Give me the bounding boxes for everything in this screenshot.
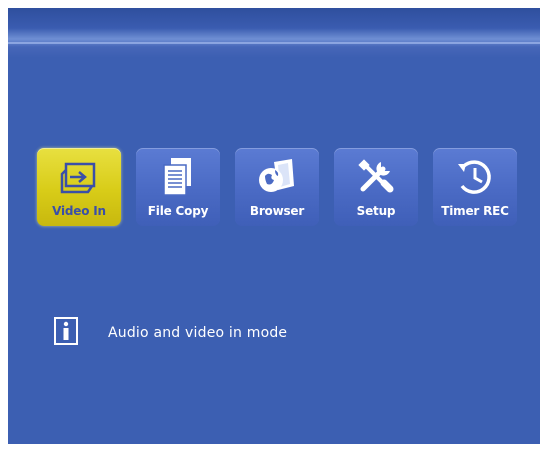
setup-tools-icon bbox=[358, 159, 394, 193]
menu-item-video-in[interactable]: Video In bbox=[37, 148, 121, 226]
screen: Video In File Copy Browser Setup Timer R… bbox=[8, 8, 540, 444]
main-menu: Video In File Copy Browser Setup Timer R… bbox=[37, 148, 527, 226]
menu-item-label: Browser bbox=[249, 204, 305, 218]
menu-item-label: Timer REC bbox=[441, 204, 509, 218]
menu-item-label: Setup bbox=[356, 204, 396, 218]
browser-icon bbox=[259, 159, 294, 192]
info-panel: Audio and video in mode bbox=[54, 313, 474, 353]
video-in-icon bbox=[60, 162, 96, 194]
info-text: Audio and video in mode bbox=[108, 325, 288, 341]
file-copy-icon bbox=[163, 158, 191, 196]
info-icon bbox=[54, 317, 78, 345]
menu-item-browser[interactable]: Browser bbox=[235, 148, 319, 226]
timer-clock-icon bbox=[458, 160, 491, 194]
top-bar bbox=[8, 8, 540, 58]
menu-item-file-copy[interactable]: File Copy bbox=[136, 148, 220, 226]
menu-item-setup[interactable]: Setup bbox=[334, 148, 418, 226]
menu-item-timer-rec[interactable]: Timer REC bbox=[433, 148, 517, 226]
menu-item-label: Video In bbox=[52, 204, 106, 218]
menu-item-label: File Copy bbox=[147, 204, 209, 218]
